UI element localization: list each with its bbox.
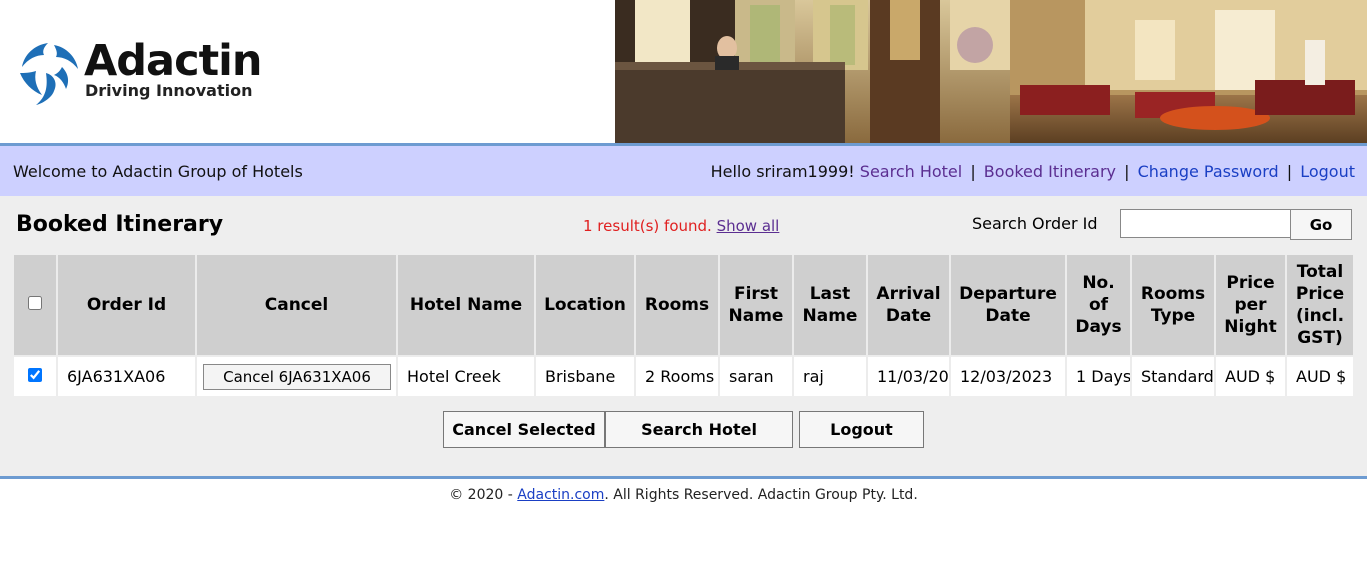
nav-separator: | — [1286, 162, 1293, 181]
location-cell: Brisbane — [536, 355, 636, 396]
user-nav-links: Hello sriram1999! Search Hotel | Booked … — [711, 162, 1355, 181]
header-days-line3: Days — [1075, 317, 1122, 337]
nav-separator: | — [970, 162, 976, 181]
arrival-date-cell: 11/03/2023 — [868, 355, 951, 396]
logo-tagline: Driving Innovation — [85, 81, 253, 100]
welcome-text: Welcome to Adactin Group of Hotels — [13, 162, 303, 181]
header-price-per-night: Price per Night — [1216, 255, 1287, 355]
header-price-line2: per — [1234, 295, 1267, 315]
hotel-name-cell: Hotel Creek — [398, 355, 536, 396]
page-title: Booked Itinerary — [16, 212, 224, 237]
header-price-line1: Price — [1226, 273, 1275, 293]
header-price-line3: Night — [1224, 317, 1277, 337]
logo-swirl-icon — [20, 43, 78, 105]
header-total-line1: Total — [1296, 262, 1344, 282]
footer-rights: . All Rights Reserved. Adactin Group Pty… — [604, 487, 918, 503]
search-hotel-button[interactable]: Search Hotel — [605, 411, 793, 448]
table-row: 6JA631XA06 Cancel 6JA631XA06 Hotel Creek… — [14, 355, 1353, 396]
total-price-cell: AUD $ — [1287, 355, 1353, 396]
nav-link-logout[interactable]: Logout — [1300, 162, 1355, 181]
top-nav-bar: Welcome to Adactin Group of Hotels Hello… — [0, 146, 1367, 196]
rooms-cell: 2 Rooms — [636, 355, 720, 396]
header-rooms-type-line1: Rooms — [1140, 284, 1206, 304]
hotel-lobby-banner-image — [615, 0, 1367, 143]
results-text: 1 result(s) found. — [583, 217, 712, 235]
header-order-id: Order Id — [58, 255, 197, 355]
booked-itinerary-panel: Booked Itinerary 1 result(s) found. Show… — [0, 196, 1367, 476]
header-total-line4: GST) — [1297, 328, 1343, 348]
row-select-checkbox[interactable] — [28, 368, 42, 382]
nav-link-search-hotel[interactable]: Search Hotel — [860, 162, 962, 181]
header-departure-line2: Date — [985, 306, 1031, 326]
order-id-cell: 6JA631XA06 — [58, 355, 197, 396]
header-last-name-line2: Name — [802, 306, 858, 326]
logo-wordmark: Adactin — [84, 36, 262, 86]
select-all-header — [14, 255, 58, 355]
header-no-of-days: No. of Days — [1067, 255, 1132, 355]
departure-date-cell: 12/03/2023 — [951, 355, 1067, 396]
rooms-type-cell: Standard — [1132, 355, 1216, 396]
header-cancel: Cancel — [197, 255, 398, 355]
header-location: Location — [536, 255, 636, 355]
results-count: 1 result(s) found. Show all — [583, 217, 779, 235]
header-arrival-line1: Arrival — [876, 284, 941, 304]
nav-link-change-password[interactable]: Change Password — [1138, 162, 1279, 181]
last-name-cell: raj — [794, 355, 868, 396]
row-select-cell — [14, 355, 58, 396]
days-cell: 1 Days — [1067, 355, 1132, 396]
header-rooms: Rooms — [636, 255, 720, 355]
search-order-id-label: Search Order Id — [972, 214, 1098, 233]
select-all-checkbox[interactable] — [28, 296, 42, 310]
header-last-name-line1: Last — [809, 284, 851, 304]
header-arrival-line2: Date — [885, 306, 932, 326]
cancel-order-button[interactable]: Cancel 6JA631XA06 — [203, 363, 391, 390]
header-first-name: First Name — [720, 255, 794, 355]
price-per-night-cell: AUD $ — [1216, 355, 1287, 396]
header-days-line1: No. — [1082, 273, 1115, 293]
logout-button[interactable]: Logout — [799, 411, 924, 448]
footer-divider — [0, 476, 1367, 479]
header-first-name-line2: Name — [728, 306, 784, 326]
header-rooms-type-line2: Type — [1150, 306, 1196, 326]
cancel-selected-button[interactable]: Cancel Selected — [443, 411, 605, 448]
first-name-cell: saran — [720, 355, 794, 396]
header-departure-date: Departure Date — [951, 255, 1067, 355]
show-all-link[interactable]: Show all — [717, 217, 780, 235]
header-rooms-type: Rooms Type — [1132, 255, 1216, 355]
footer-copyright: © 2020 - — [449, 487, 513, 503]
itinerary-table: Order Id Cancel Hotel Name Location Room… — [14, 255, 1353, 396]
header-last-name: Last Name — [794, 255, 868, 355]
header-arrival-date: Arrival Date — [868, 255, 951, 355]
header-first-name-line1: First — [733, 284, 779, 304]
header-days-line2: of — [1088, 295, 1109, 315]
nav-separator: | — [1124, 162, 1130, 181]
adactin-logo[interactable]: Adactin Driving Innovation — [18, 36, 288, 106]
header-total-line3: (incl. — [1295, 306, 1345, 326]
page-footer: © 2020 - Adactin.com. All Rights Reserve… — [0, 487, 1367, 503]
header-hotel-name: Hotel Name — [398, 255, 536, 355]
user-greeting: Hello sriram1999! — [710, 162, 855, 181]
header-total-line2: Price — [1295, 284, 1345, 304]
header-total-price: Total Price (incl. GST) — [1287, 255, 1353, 355]
search-order-id-input[interactable] — [1120, 209, 1292, 238]
footer-adactin-link[interactable]: Adactin.com — [517, 487, 604, 503]
nav-link-booked-itinerary[interactable]: Booked Itinerary — [984, 162, 1116, 181]
header-departure-line1: Departure — [959, 284, 1057, 304]
go-button[interactable]: Go — [1290, 209, 1352, 240]
cancel-cell: Cancel 6JA631XA06 — [197, 355, 398, 396]
page-header: Adactin Driving Innovation — [0, 0, 1367, 143]
